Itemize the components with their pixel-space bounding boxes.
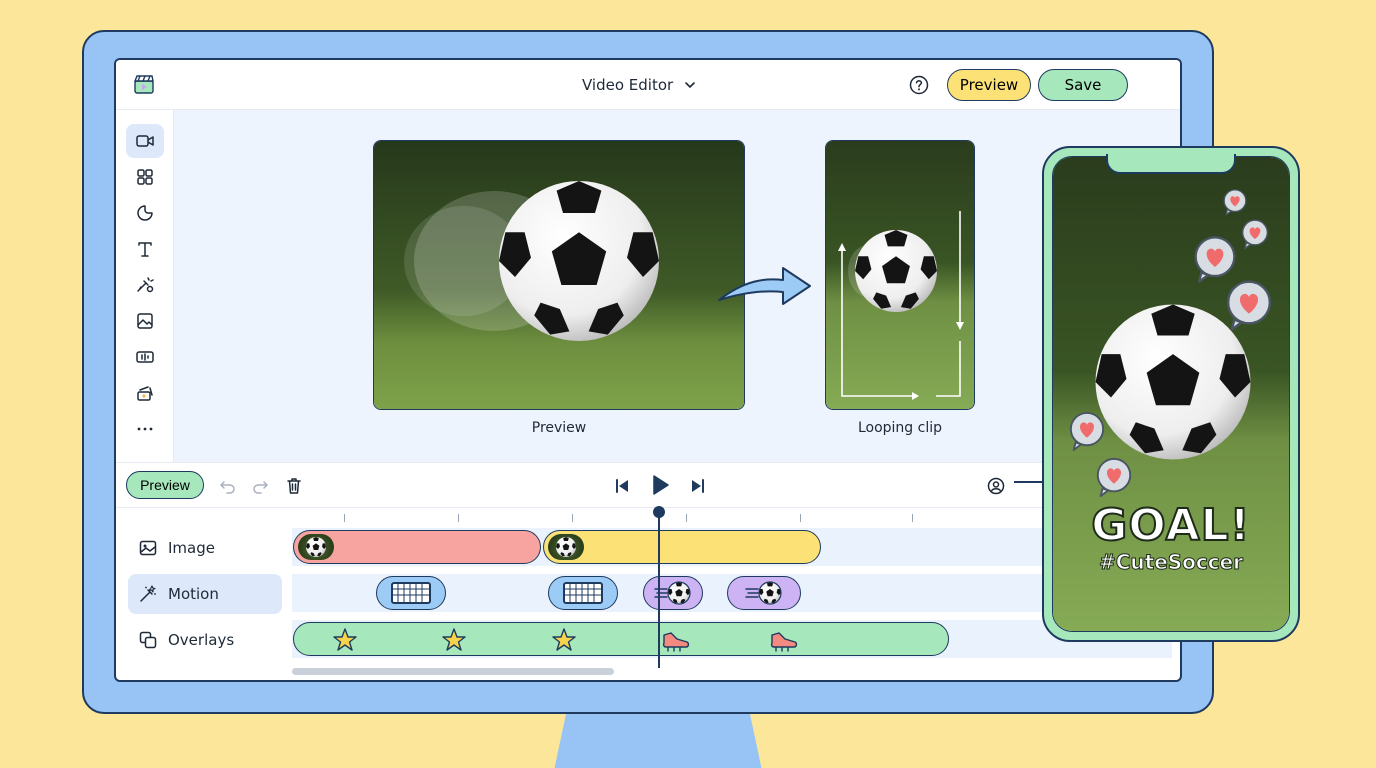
preview-caption: Preview <box>531 420 587 436</box>
redo-icon[interactable] <box>250 476 270 496</box>
export-connector <box>1014 481 1044 483</box>
looping-clip-caption: Looping clip <box>857 420 943 436</box>
sidebar-item-effects[interactable] <box>126 268 164 302</box>
save-button[interactable]: Save <box>1038 69 1128 101</box>
phone-headline: GOAL! <box>1090 499 1251 552</box>
grid-icon <box>137 169 153 185</box>
flying-ball-icon <box>745 581 782 605</box>
project-title-dropdown[interactable]: Video Editor <box>582 76 697 94</box>
tool-sidebar <box>116 110 174 462</box>
image-clip[interactable] <box>293 530 541 564</box>
soccer-ball-motion-image <box>374 141 744 409</box>
ruler-tick <box>458 514 459 522</box>
editor-window: Video Editor Preview Save Preview Loopin… <box>114 58 1182 682</box>
soccer-cleat-icon <box>662 632 690 652</box>
profile-icon[interactable] <box>986 476 1006 496</box>
ruler-tick <box>912 514 913 522</box>
motion-chip-goal[interactable] <box>548 576 618 610</box>
track-label-text: Motion <box>168 585 219 603</box>
track-label-text: Overlays <box>168 631 235 649</box>
track-label-overlays[interactable]: Overlays <box>128 620 282 660</box>
sidebar-item-text[interactable] <box>126 232 164 266</box>
overlay-clip[interactable] <box>293 622 949 656</box>
image-icon <box>139 540 157 556</box>
arrow-icon <box>718 267 811 305</box>
timeline-scrollbar[interactable] <box>292 668 614 675</box>
soccer-cleat-icon <box>770 632 798 652</box>
star-icon <box>333 628 357 651</box>
heart-reaction-icon <box>1223 189 1247 216</box>
effects-icon <box>137 277 154 293</box>
ruler-tick <box>344 514 345 522</box>
clip-thumbnail <box>548 534 584 560</box>
text-icon <box>138 242 152 257</box>
play-icon[interactable] <box>648 473 672 497</box>
motion-track-lane[interactable] <box>292 574 1172 612</box>
heart-reaction-icon <box>1069 412 1105 451</box>
heart-reaction-icon <box>1241 219 1269 250</box>
trash-icon[interactable] <box>284 476 304 496</box>
playhead[interactable] <box>658 512 660 668</box>
looping-clip-frame[interactable] <box>825 140 975 410</box>
sidebar-item-images[interactable] <box>126 304 164 338</box>
image-clip[interactable] <box>543 530 821 564</box>
ruler-tick <box>800 514 801 522</box>
soccer-ball-icon <box>556 537 576 557</box>
goal-net-icon <box>391 582 431 604</box>
looping-ball-image <box>826 141 974 409</box>
image-icon <box>137 313 153 329</box>
soccer-ball-icon <box>306 537 326 557</box>
overlays-track-lane[interactable] <box>292 620 1172 658</box>
help-icon[interactable] <box>909 75 929 95</box>
video-icon <box>136 135 154 147</box>
phone-hashtag: #CuteSoccer <box>1098 550 1244 575</box>
image-track-lane[interactable] <box>292 528 1172 566</box>
audio-icon <box>136 351 154 363</box>
clip-thumbnail <box>298 534 334 560</box>
playback-toolbar: Preview <box>116 462 1180 508</box>
track-label-image[interactable]: Image <box>128 528 282 568</box>
heart-reaction-icon <box>1096 457 1132 498</box>
sidebar-item-video[interactable] <box>126 124 164 158</box>
skip-forward-icon[interactable] <box>688 476 708 496</box>
chevron-down-icon <box>685 82 695 89</box>
skip-back-icon[interactable] <box>612 476 632 496</box>
preview-button[interactable]: Preview <box>947 69 1031 101</box>
goal-net-icon <box>563 582 603 604</box>
track-label-motion[interactable]: Motion <box>128 574 282 614</box>
sidebar-item-more[interactable] <box>126 412 164 446</box>
sidebar-item-stickers[interactable] <box>126 196 164 230</box>
star-icon <box>552 628 576 651</box>
ruler-tick <box>686 514 687 522</box>
page-title: Video Editor <box>582 76 674 94</box>
phone-notch <box>1106 154 1236 174</box>
magic-wand-icon <box>140 585 156 602</box>
track-label-text: Image <box>168 539 215 557</box>
motion-chip-ball[interactable] <box>727 576 801 610</box>
clapperboard-icon[interactable] <box>132 72 156 96</box>
timeline-preview-button[interactable]: Preview <box>126 471 204 499</box>
undo-icon[interactable] <box>218 476 238 496</box>
sidebar-item-transitions[interactable] <box>126 376 164 410</box>
star-icon <box>442 628 466 651</box>
heart-reaction-icon <box>1194 236 1236 283</box>
heart-reaction-icon <box>1226 280 1272 331</box>
sticker-icon <box>137 205 153 221</box>
sidebar-item-audio[interactable] <box>126 340 164 374</box>
more-icon <box>137 427 153 431</box>
motion-chip-ball[interactable] <box>643 576 703 610</box>
motion-chip-goal[interactable] <box>376 576 446 610</box>
transition-icon <box>137 386 153 401</box>
ruler-tick <box>572 514 573 522</box>
layers-icon <box>139 631 157 649</box>
top-bar: Video Editor Preview Save <box>116 60 1180 110</box>
preview-canvas: Preview Looping clip <box>174 110 1180 462</box>
sidebar-item-templates[interactable] <box>126 160 164 194</box>
main-preview-frame[interactable] <box>373 140 745 410</box>
